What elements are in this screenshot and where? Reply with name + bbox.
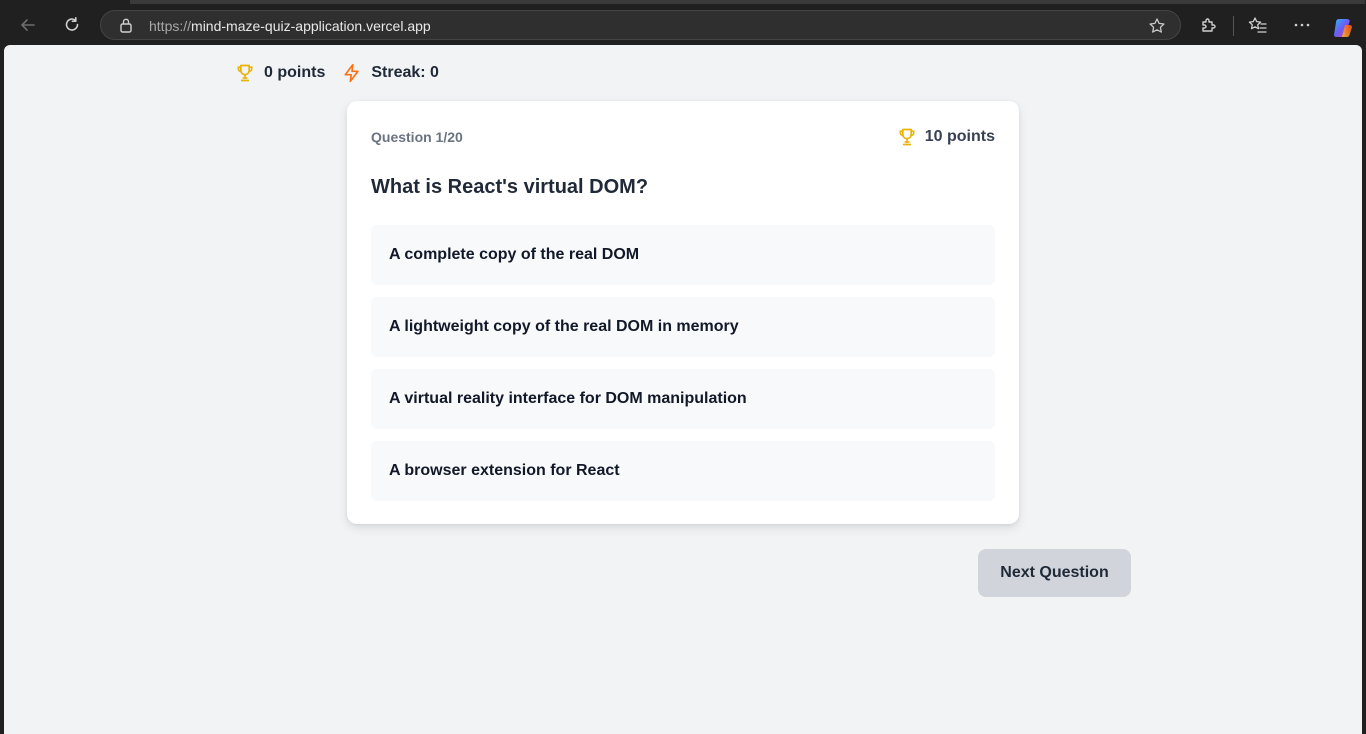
copilot-icon[interactable]	[1331, 16, 1355, 40]
lightning-icon	[341, 62, 363, 84]
score-bar: 0 points Streak: 0	[234, 62, 439, 84]
back-button[interactable]	[14, 13, 42, 37]
answer-option[interactable]: A complete copy of the real DOM	[371, 225, 995, 285]
trophy-icon	[896, 126, 918, 148]
url-host: mind-maze-quiz-application.vercel.app	[191, 18, 431, 34]
favorites-list-icon	[1248, 17, 1267, 33]
refresh-icon	[65, 17, 79, 31]
puzzle-icon	[1202, 18, 1216, 32]
total-points: 0 points	[234, 62, 325, 84]
question-text: What is React's virtual DOM?	[371, 176, 649, 198]
favorite-star-icon[interactable]	[1148, 17, 1166, 35]
page-viewport: 0 points Streak: 0 Question 1/20 10 poin…	[4, 45, 1362, 734]
toolbar-divider	[1233, 16, 1234, 36]
url-text[interactable]: https://mind-maze-quiz-application.verce…	[149, 18, 431, 34]
question-points: 10 points	[896, 126, 995, 148]
question-card: Question 1/20 10 points What is React's …	[347, 101, 1019, 524]
streak-label: Streak: 0	[371, 64, 439, 81]
question-progress: Question 1/20	[371, 129, 463, 145]
ellipsis-icon	[1294, 23, 1310, 27]
answer-option[interactable]: A browser extension for React	[371, 441, 995, 501]
trophy-icon	[234, 62, 256, 84]
refresh-button[interactable]	[58, 13, 86, 37]
url-scheme: https://	[149, 18, 192, 34]
favorites-button[interactable]	[1244, 13, 1272, 37]
more-menu-button[interactable]	[1288, 13, 1316, 37]
streak: Streak: 0	[341, 62, 439, 84]
lock-icon[interactable]	[118, 17, 134, 33]
answer-option[interactable]: A lightweight copy of the real DOM in me…	[371, 297, 995, 357]
question-points-label: 10 points	[924, 128, 995, 145]
browser-toolbar: https://mind-maze-quiz-application.verce…	[0, 4, 1366, 46]
arrow-left-icon	[21, 19, 35, 31]
answer-option[interactable]: A virtual reality interface for DOM mani…	[371, 369, 995, 429]
points-label: 0 points	[264, 64, 326, 81]
extensions-button[interactable]	[1195, 13, 1223, 37]
next-question-button[interactable]: Next Question	[978, 549, 1131, 597]
address-bar[interactable]: https://mind-maze-quiz-application.verce…	[100, 10, 1181, 40]
answer-options: A complete copy of the real DOM A lightw…	[371, 225, 995, 501]
